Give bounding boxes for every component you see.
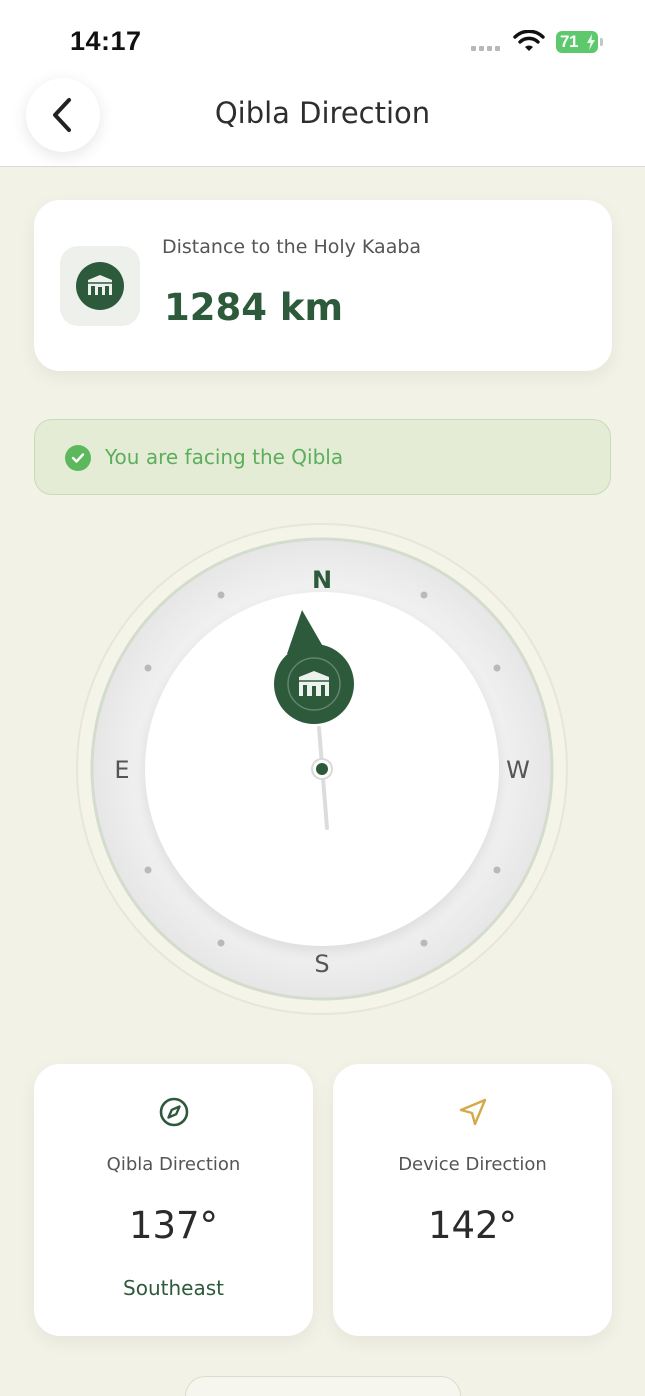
qibla-direction-label: Qibla Direction	[106, 1154, 241, 1175]
cardinal-south: S	[314, 950, 330, 978]
signal-dots-icon	[471, 46, 500, 51]
battery-level: 71	[560, 32, 578, 51]
kaaba-tile	[60, 246, 140, 326]
distance-card: Distance to the Holy Kaaba 1284 km	[34, 200, 612, 371]
device-direction-label: Device Direction	[398, 1154, 547, 1175]
top-bar: 14:17 71 Qibla Direction	[0, 0, 645, 167]
cardinal-north: N	[311, 566, 333, 594]
compass: N E W S	[75, 522, 569, 1016]
bottom-action-button[interactable]	[185, 1376, 461, 1396]
charging-bolt-icon	[587, 34, 595, 50]
status-time: 14:17	[70, 26, 142, 56]
facing-qibla-alert: You are facing the Qibla	[34, 419, 611, 495]
cardinal-east: E	[114, 756, 130, 784]
qibla-direction-value: 137°	[128, 1204, 219, 1247]
battery-icon: 71	[556, 31, 603, 53]
check-circle-icon	[65, 445, 91, 471]
cardinal-west: W	[506, 756, 530, 784]
qibla-direction-cardinal: Southeast	[123, 1276, 224, 1300]
kaaba-icon	[76, 262, 124, 310]
device-direction-value: 142°	[427, 1204, 518, 1247]
alert-text: You are facing the Qibla	[105, 445, 344, 469]
qibla-direction-card: Qibla Direction 137° Southeast	[34, 1064, 313, 1336]
compass-dial	[76, 523, 568, 1015]
device-direction-card: Device Direction 142°	[333, 1064, 612, 1336]
page-title: Qibla Direction	[214, 96, 431, 130]
distance-label: Distance to the Holy Kaaba	[162, 236, 422, 258]
distance-value: 1284 km	[164, 286, 344, 329]
navigation-arrow-icon	[459, 1098, 486, 1126]
compass-icon	[159, 1097, 188, 1127]
wifi-icon	[513, 30, 545, 51]
